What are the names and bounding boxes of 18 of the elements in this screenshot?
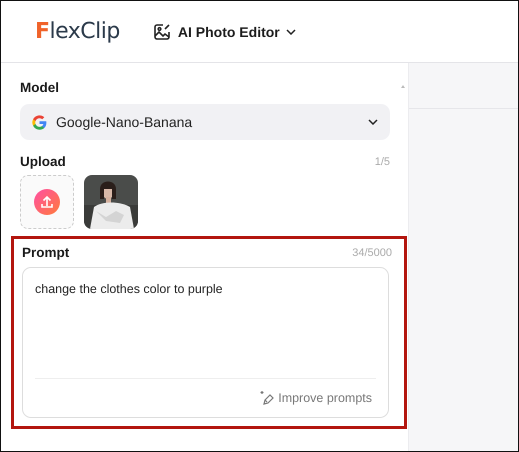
prompt-count: 34/5000 xyxy=(352,246,392,258)
prompt-field[interactable]: change the clothes color to purple Improve prompts xyxy=(22,267,389,418)
upload-count: 1/5 xyxy=(374,156,390,168)
chevron-down-icon xyxy=(286,28,296,34)
google-icon xyxy=(32,114,47,130)
tool-menu[interactable]: AI Photo Editor xyxy=(152,22,296,42)
model-select[interactable]: Google-Nano-Banana xyxy=(20,104,390,140)
upload-icon xyxy=(34,189,60,215)
photo-edit-icon xyxy=(152,22,172,42)
logo: FlexClip xyxy=(35,19,120,44)
model-label: Model xyxy=(20,80,59,95)
prompt-label: Prompt xyxy=(22,245,70,260)
improve-prompts-button[interactable]: Improve prompts xyxy=(259,390,376,406)
upload-button[interactable] xyxy=(20,175,74,229)
sparkle-pen-icon xyxy=(259,390,276,406)
upload-label: Upload xyxy=(20,154,66,169)
scroll-arrow-icon[interactable] xyxy=(401,85,405,88)
chevron-down-icon xyxy=(368,119,378,125)
